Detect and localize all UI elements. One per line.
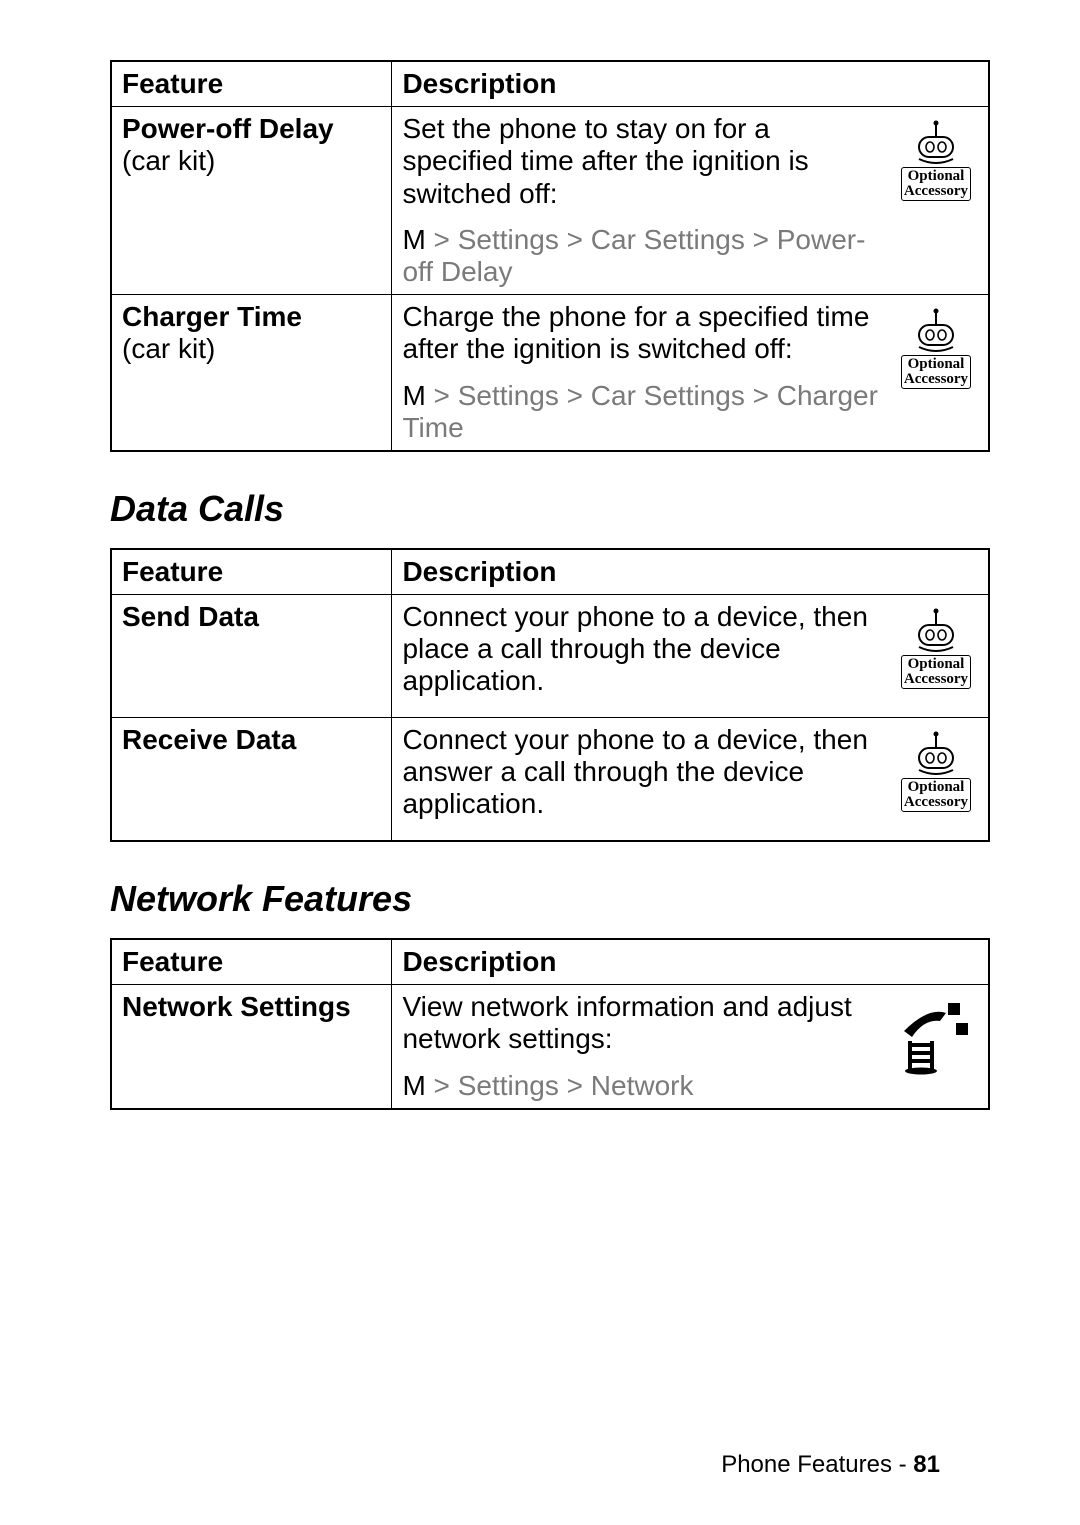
description-text: Charge the phone for a specified time af… xyxy=(402,301,878,365)
table-row: Network Settings View network informatio… xyxy=(111,985,989,1109)
menu-path-text: > Settings > Car Settings > Power-off De… xyxy=(402,224,865,287)
menu-path: M > Settings > Network xyxy=(402,1070,878,1102)
menu-key-icon: M xyxy=(402,380,425,411)
feature-cell: Network Settings xyxy=(111,985,392,1109)
footer-label: Phone Features - xyxy=(721,1451,913,1478)
page-number: 81 xyxy=(913,1451,940,1478)
table-row: Power-off Delay (car kit) Set the phone … xyxy=(111,107,989,295)
section-heading-data-calls: Data Calls xyxy=(110,488,990,530)
car-settings-table: Feature Description Power-off Delay (car… xyxy=(110,60,990,452)
optional-accessory-badge: Optional Accessory xyxy=(894,119,978,202)
header-feature: Feature xyxy=(111,939,392,985)
optional-accessory-label: Optional Accessory xyxy=(901,167,971,201)
header-description: Description xyxy=(392,549,989,595)
optional-accessory-badge: Optional Accessory xyxy=(894,730,978,813)
optional-accessory-badge: Optional Accessory xyxy=(894,307,978,390)
header-feature: Feature xyxy=(111,61,392,107)
feature-subtitle: (car kit) xyxy=(122,145,215,176)
optional-accessory-label: Optional Accessory xyxy=(901,655,971,689)
network-satellite-icon xyxy=(894,997,978,1075)
menu-path-text: > Settings > Car Settings > Charger Time xyxy=(402,380,877,443)
description-text: View network information and adjust netw… xyxy=(402,991,878,1055)
feature-subtitle: (car kit) xyxy=(122,333,215,364)
header-description: Description xyxy=(392,61,989,107)
network-icon-slot xyxy=(894,997,978,1075)
description-text: Set the phone to stay on for a specified… xyxy=(402,113,878,210)
feature-cell: Receive Data xyxy=(111,718,392,842)
flip-phone-icon xyxy=(894,119,978,169)
data-calls-table: Feature Description Send Data Connect yo… xyxy=(110,548,990,842)
menu-key-icon: M xyxy=(402,1070,425,1101)
flip-phone-icon xyxy=(894,307,978,357)
network-table: Feature Description Network Settings Vie… xyxy=(110,938,990,1110)
description-text: Connect your phone to a device, then ans… xyxy=(402,724,878,821)
section-heading-network: Network Features xyxy=(110,878,990,920)
feature-title: Power-off Delay xyxy=(122,113,334,144)
optional-accessory-label: Optional Accessory xyxy=(901,778,971,812)
optional-accessory-badge: Optional Accessory xyxy=(894,607,978,690)
feature-title: Receive Data xyxy=(122,724,296,755)
flip-phone-icon xyxy=(894,730,978,780)
menu-path: M > Settings > Car Settings > Power-off … xyxy=(402,224,878,288)
feature-cell: Power-off Delay (car kit) xyxy=(111,107,392,295)
header-description: Description xyxy=(392,939,989,985)
feature-title: Charger Time xyxy=(122,301,302,332)
table-row: Send Data Connect your phone to a device… xyxy=(111,595,989,718)
table-row: Charger Time (car kit) Charge the phone … xyxy=(111,295,989,451)
feature-title: Network Settings xyxy=(122,991,351,1022)
menu-path: M > Settings > Car Settings > Charger Ti… xyxy=(402,380,878,444)
header-feature: Feature xyxy=(111,549,392,595)
flip-phone-icon xyxy=(894,607,978,657)
description-cell: Connect your phone to a device, then pla… xyxy=(392,595,989,718)
page-footer: Phone Features - 81 xyxy=(721,1451,940,1479)
menu-key-icon: M xyxy=(402,224,425,255)
description-cell: View network information and adjust netw… xyxy=(392,985,989,1109)
optional-accessory-label: Optional Accessory xyxy=(901,355,971,389)
feature-title: Send Data xyxy=(122,601,259,632)
feature-cell: Charger Time (car kit) xyxy=(111,295,392,451)
feature-cell: Send Data xyxy=(111,595,392,718)
menu-path-text: > Settings > Network xyxy=(426,1070,694,1101)
description-cell: Set the phone to stay on for a specified… xyxy=(392,107,989,295)
description-cell: Connect your phone to a device, then ans… xyxy=(392,718,989,842)
description-text: Connect your phone to a device, then pla… xyxy=(402,601,878,698)
table-row: Receive Data Connect your phone to a dev… xyxy=(111,718,989,842)
description-cell: Charge the phone for a specified time af… xyxy=(392,295,989,451)
